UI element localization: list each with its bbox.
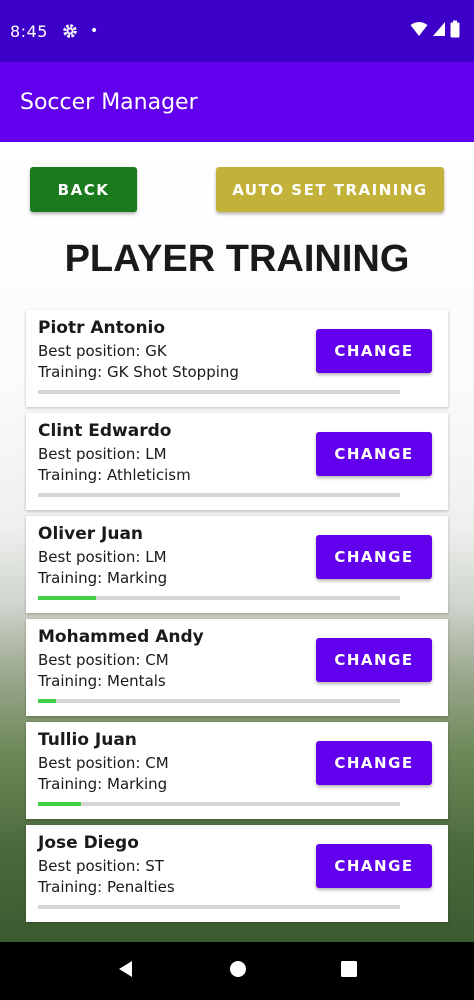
auto-set-training-button[interactable]: AUTO SET TRAINING [216,167,444,212]
notification-dot: • [89,23,99,39]
player-card: Mohammed Andy Best position: CM Training… [26,619,448,716]
player-card: Clint Edwardo Best position: LM Training… [26,413,448,510]
training-progress-bar [38,699,400,703]
top-button-row: BACK AUTO SET TRAINING [30,167,444,212]
cellular-signal-icon [432,21,446,41]
training-progress-bar [38,802,400,806]
player-position: Best position: CM [38,754,169,772]
training-progress-bar [38,390,400,394]
change-training-button[interactable]: CHANGE [316,844,432,888]
system-navigation-bar [0,942,474,1000]
settings-gear-icon [62,23,78,39]
player-card: Piotr Antonio Best position: GK Training… [26,310,448,407]
change-training-button[interactable]: CHANGE [316,638,432,682]
player-training: Training: Marking [38,569,168,587]
status-time: 8:45 [10,21,48,41]
player-training: Training: Penalties [38,878,175,896]
player-position: Best position: LM [38,445,167,463]
training-progress-fill [38,699,57,703]
player-name: Tullio Juan [38,730,137,750]
page-title: PLAYER TRAINING [64,238,410,280]
back-nav-icon[interactable] [116,959,136,983]
change-training-button[interactable]: CHANGE [316,432,432,476]
player-position: Best position: ST [38,857,164,875]
player-training: Training: GK Shot Stopping [38,363,239,381]
training-progress-bar [38,905,400,909]
training-progress-fill [38,802,82,806]
player-name: Piotr Antonio [38,318,166,338]
player-name: Mohammed Andy [38,627,204,647]
change-training-button[interactable]: CHANGE [316,741,432,785]
recents-nav-icon[interactable] [340,960,358,982]
player-card: Oliver Juan Best position: LM Training: … [26,516,448,613]
training-screen: BACK AUTO SET TRAINING PLAYER TRAINING P… [0,142,474,942]
player-name: Jose Diego [38,833,139,853]
player-name: Oliver Juan [38,524,144,544]
player-training: Training: Mentals [38,672,166,690]
change-training-button[interactable]: CHANGE [316,329,432,373]
training-progress-bar [38,493,400,497]
player-list: Piotr Antonio Best position: GK Training… [26,310,448,928]
training-progress-fill [38,596,96,600]
wifi-icon [410,21,428,41]
back-button[interactable]: BACK [30,167,137,212]
status-bar: 8:45 • [0,0,474,62]
player-position: Best position: LM [38,548,167,566]
app-bar: Soccer Manager [0,62,474,142]
player-card: Tullio Juan Best position: CM Training: … [26,722,448,819]
player-training: Training: Athleticism [38,466,191,484]
player-position: Best position: GK [38,342,167,360]
player-training: Training: Marking [38,775,168,793]
home-nav-icon[interactable] [228,959,248,983]
app-title: Soccer Manager [20,89,198,115]
player-position: Best position: CM [38,651,169,669]
player-card: Jose Diego Best position: ST Training: P… [26,825,448,922]
player-name: Clint Edwardo [38,421,172,441]
battery-icon [450,20,460,42]
change-training-button[interactable]: CHANGE [316,535,432,579]
training-progress-bar [38,596,400,600]
